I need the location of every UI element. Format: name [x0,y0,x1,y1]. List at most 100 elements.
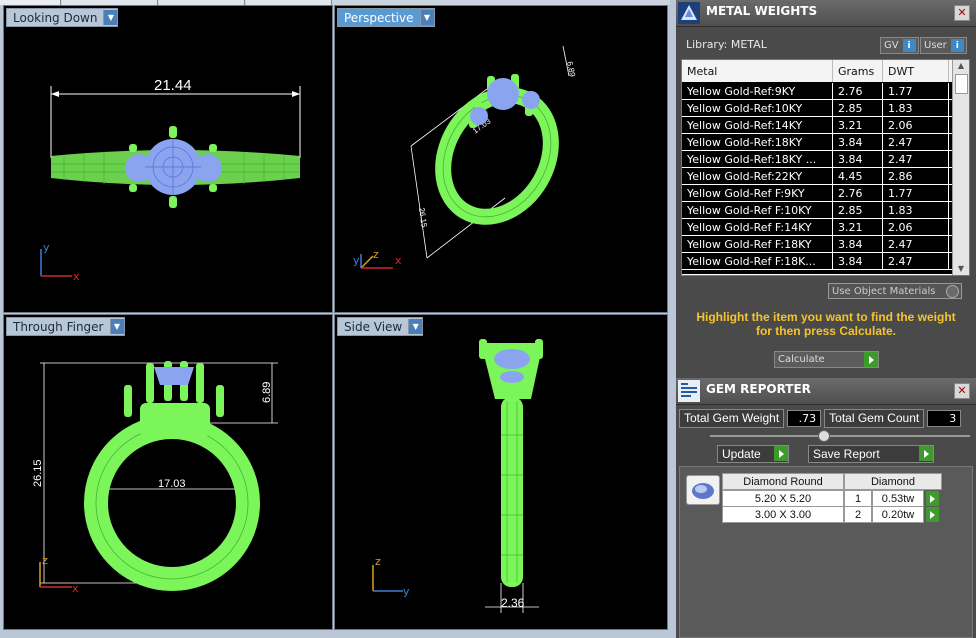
save-report-button[interactable]: Save Report [808,445,934,463]
gem-weight-cell: 0.20tw [872,506,924,523]
viewport-looking-down[interactable]: 21.44 y x Looking Down ▼ [3,5,333,313]
close-icon[interactable]: ✕ [954,5,970,21]
viewport-label-through-finger[interactable]: Through Finger ▼ [6,317,125,336]
dwt-cell: 2.47 [883,253,949,269]
table-row-partial [682,270,952,275]
col-grams[interactable]: Grams [833,60,883,82]
chevron-down-icon[interactable]: ▼ [103,10,118,25]
play-icon[interactable] [926,507,939,522]
dwt-cell: 1.77 [883,83,949,99]
metal-cell: Yellow Gold-Ref:9KY [682,83,833,99]
close-icon[interactable]: ✕ [954,383,970,399]
viewport-through-finger[interactable]: 26.15 17.03 6.89 z x Through Finger ▼ [3,314,333,630]
gem-weight-cell: 0.53tw [872,490,924,507]
metal-cell: Yellow Gold-Ref:18KY [682,134,833,150]
info-icon[interactable]: i [950,39,964,52]
col-metal[interactable]: Metal [682,60,833,82]
radio-icon[interactable] [946,285,959,298]
grams-cell: 2.76 [833,185,883,201]
viewport-perspective[interactable]: 17.03 26.15 6.89 y z x Perspective ▼ [334,5,668,313]
side-panel: METAL WEIGHTS ✕ Library: METAL GV i User… [676,0,976,638]
viewport-title: Looking Down [13,10,98,25]
chevron-down-icon[interactable]: ▼ [419,10,434,25]
gem-totals: Total Gem Weight .73 Total Gem Count 3 [679,408,971,428]
calculate-label: Calculate [778,354,825,365]
table-row[interactable]: Yellow Gold-Ref F:10KY 2.85 1.83 [682,202,952,219]
play-icon[interactable] [919,446,933,461]
slider-knob[interactable] [818,430,830,442]
ring-front-view: 26.15 17.03 6.89 z x [32,361,278,595]
scroll-down-icon[interactable]: ▼ [953,263,969,275]
gem-table: Diamond Round Diamond 5.20 X 5.20 1 0.53tw… [679,466,973,638]
gv-label: GV [884,40,899,51]
grams-cell: 4.45 [833,168,883,184]
metal-weights-title: METAL WEIGHTS [706,4,818,18]
play-icon[interactable] [774,446,788,461]
metal-table-scrollbar[interactable]: ▲ ▼ [952,60,969,275]
dwt-cell: 2.47 [883,134,949,150]
grams-cell: 3.21 [833,219,883,235]
total-gem-weight-label: Total Gem Weight [679,408,785,428]
viewport-side-view[interactable]: 2.36 z y Side View ▼ [334,314,668,630]
use-object-materials[interactable]: Use Object Materials [828,283,962,299]
chevron-down-icon[interactable]: ▼ [109,319,124,334]
play-icon[interactable] [864,352,878,367]
info-icon[interactable]: i [902,39,916,52]
dwt-cell: 2.47 [883,236,949,252]
viewport-label-perspective[interactable]: Perspective ▼ [337,8,435,27]
col-dwt[interactable]: DWT [883,60,949,82]
ring-perspective-view: 17.03 26.15 6.89 y z x [353,45,577,269]
metal-weights-header: METAL WEIGHTS ✕ [676,0,976,27]
table-row[interactable]: Yellow Gold-Ref:14KY 3.21 2.06 [682,117,952,134]
table-row[interactable]: Yellow Gold-Ref:9KY 2.76 1.77 [682,83,952,100]
table-row[interactable]: Yellow Gold-Ref:22KY 4.45 2.86 [682,168,952,185]
gem-slider[interactable] [710,430,970,442]
dim-height-text: 26.15 [32,459,44,487]
gv-toggle[interactable]: GV i [880,37,919,54]
table-row[interactable]: Yellow Gold-Ref:10KY 2.85 1.83 [682,100,952,117]
axis-y-label: y [353,254,360,267]
axis-x-label: x [72,582,79,595]
gem-count-cell: 2 [844,506,872,523]
scroll-up-icon[interactable]: ▲ [953,60,969,72]
table-row[interactable]: Yellow Gold-Ref F:14KY 3.21 2.06 [682,219,952,236]
calculate-button[interactable]: Calculate [774,351,879,368]
dwt-cell: 2.06 [883,117,949,133]
ring-side-view: 2.36 z y [372,339,543,613]
dwt-cell: 1.83 [883,202,949,218]
grams-cell: 2.85 [833,202,883,218]
update-button[interactable]: Update [717,445,789,463]
viewport-title: Perspective [344,10,414,25]
dim-c-text: 6.89 [565,61,577,79]
table-row[interactable]: Yellow Gold-Ref F:9KY 2.76 1.77 [682,185,952,202]
axis-y-label: y [43,241,50,254]
grams-cell: 3.84 [833,134,883,150]
grams-cell: 3.84 [833,253,883,269]
dwt-cell: 1.83 [883,100,949,116]
viewport-label-side-view[interactable]: Side View ▼ [337,317,424,336]
table-row[interactable]: Yellow Gold-Ref:18KY 3.84 2.47 [682,134,952,151]
dim-width-text: 2.36 [501,596,525,610]
scroll-thumb[interactable] [955,74,968,94]
library-label: Library: METAL [686,38,767,51]
gem-reporter-header: GEM REPORTER ✕ [676,378,976,405]
table-row[interactable]: Yellow Gold-Ref F:18K... 3.84 2.47 [682,253,952,270]
metal-cell: Yellow Gold-Ref:22KY [682,168,833,184]
viewport-label-looking-down[interactable]: Looking Down ▼ [6,8,119,27]
gem-size-cell: 5.20 X 5.20 [722,490,844,507]
table-row[interactable]: Yellow Gold-Ref F:18KY 3.84 2.47 [682,236,952,253]
chevron-down-icon[interactable]: ▼ [408,319,423,334]
user-toggle[interactable]: User i [920,37,967,54]
gem-size-cell: 3.00 X 3.00 [722,506,844,523]
axis-z-label: z [375,555,381,568]
play-icon[interactable] [926,491,939,506]
grams-cell: 3.84 [833,236,883,252]
metal-cell: Yellow Gold-Ref F:14KY [682,219,833,235]
dwt-cell: 1.77 [883,185,949,201]
metal-table: Metal Grams DWT Yellow Gold-Ref:9KY 2.76 1… [681,59,970,276]
viewport-area: 21.44 y x Looking Down ▼ 17.03 26.15 6.8… [0,0,670,638]
table-row[interactable]: Yellow Gold-Ref:18KY ... 3.84 2.47 [682,151,952,168]
metal-cell: Yellow Gold-Ref F:10KY [682,202,833,218]
diamond-round-icon [686,475,720,505]
gem-count-cell: 1 [844,490,872,507]
